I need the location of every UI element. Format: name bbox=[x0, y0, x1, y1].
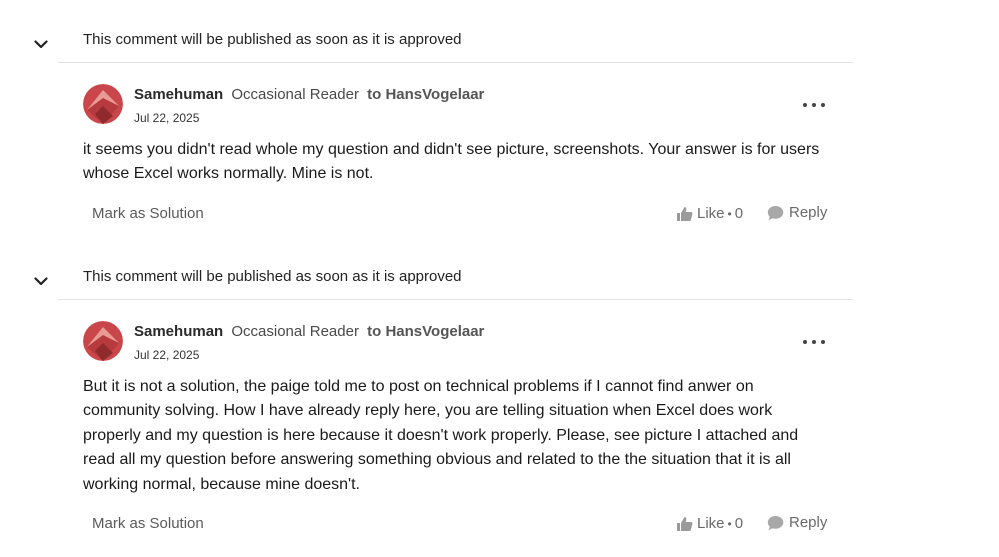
comment-actions: Mark as Solution Like • 0 Reply bbox=[0, 513, 999, 537]
reply-button[interactable]: Reply bbox=[767, 204, 827, 221]
like-button[interactable]: Like • 0 bbox=[676, 205, 743, 222]
reply-to-word: to bbox=[367, 86, 382, 103]
author-name[interactable]: Samehuman bbox=[134, 323, 223, 340]
divider bbox=[58, 62, 853, 63]
like-count: 0 bbox=[734, 205, 744, 222]
like-label: Like bbox=[697, 205, 725, 222]
collapse-toggle[interactable] bbox=[32, 272, 50, 290]
reply-to-user[interactable]: HansVogelaar bbox=[385, 86, 484, 103]
comment-actions: Mark as Solution Like • 0 Reply bbox=[0, 203, 999, 227]
chevron-down-icon bbox=[34, 39, 48, 48]
comment-header: Samehuman Occasional Reader to HansVogel… bbox=[134, 323, 484, 340]
comment-body: it seems you didn't read whole my questi… bbox=[83, 141, 820, 183]
pending-approval-note: This comment will be published as soon a… bbox=[83, 268, 462, 285]
thumbs-up-icon bbox=[677, 516, 693, 531]
speech-bubble-icon bbox=[767, 515, 784, 530]
comment-header: Samehuman Occasional Reader to HansVogel… bbox=[134, 86, 484, 103]
pending-approval-note: This comment will be published as soon a… bbox=[83, 31, 462, 48]
more-options-icon bbox=[803, 340, 807, 344]
comment-date: Jul 22, 2025 bbox=[134, 111, 200, 125]
thumbs-up-icon bbox=[677, 206, 693, 221]
like-count: 0 bbox=[734, 515, 744, 532]
reply-button[interactable]: Reply bbox=[767, 514, 827, 531]
comment-body: But it is not a solution, the paige told… bbox=[83, 378, 799, 493]
avatar[interactable] bbox=[83, 84, 123, 124]
avatar[interactable] bbox=[83, 321, 123, 361]
like-button[interactable]: Like • 0 bbox=[676, 515, 743, 532]
reply-label: Reply bbox=[789, 514, 828, 531]
chevron-down-icon bbox=[34, 276, 48, 285]
more-options-button[interactable] bbox=[803, 335, 825, 349]
reply-label: Reply bbox=[789, 204, 828, 221]
more-options-icon bbox=[803, 103, 807, 107]
collapse-toggle[interactable] bbox=[32, 35, 50, 53]
divider bbox=[58, 299, 853, 300]
reply-to-user[interactable]: HansVogelaar bbox=[385, 323, 484, 340]
author-name[interactable]: Samehuman bbox=[134, 86, 223, 103]
author-rank: Occasional Reader bbox=[231, 323, 359, 340]
like-separator: • bbox=[727, 516, 732, 531]
comment-date: Jul 22, 2025 bbox=[134, 348, 200, 362]
more-options-button[interactable] bbox=[803, 98, 825, 112]
like-label: Like bbox=[697, 515, 725, 532]
speech-bubble-icon bbox=[767, 205, 784, 220]
reply-to-word: to bbox=[367, 323, 382, 340]
author-rank: Occasional Reader bbox=[231, 86, 359, 103]
mark-as-solution-button[interactable]: Mark as Solution bbox=[92, 515, 204, 532]
mark-as-solution-button[interactable]: Mark as Solution bbox=[92, 205, 204, 222]
like-separator: • bbox=[727, 206, 732, 221]
